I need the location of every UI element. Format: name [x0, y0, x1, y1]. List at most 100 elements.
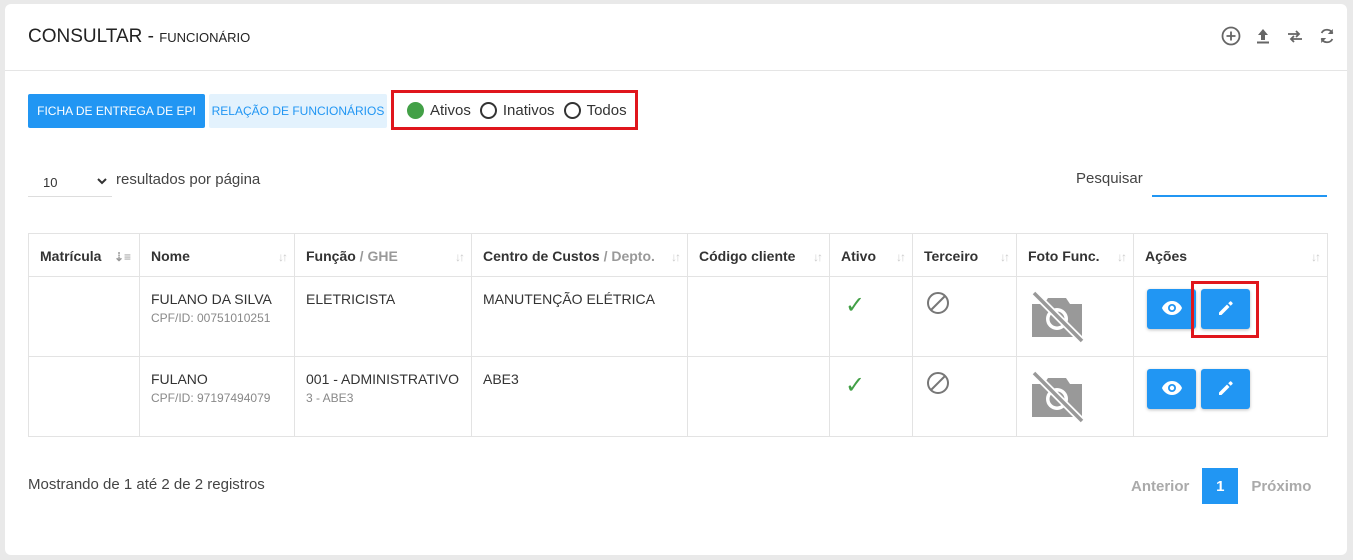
radio-todos-indicator[interactable]: [563, 101, 581, 119]
col-header-foto[interactable]: Foto Func. ↓↑: [1016, 233, 1134, 277]
col-header-ativo[interactable]: Ativo ↓↑: [829, 233, 913, 277]
pencil-icon: [1217, 379, 1235, 400]
cell-centro-custos: ABE3: [471, 356, 688, 437]
block-icon: [926, 291, 950, 318]
table-header-row: Matrícula ⇣≡ Nome ↓↑ Função / GHE ↓↑ Centro…: [28, 233, 1328, 277]
cell-foto: [1016, 276, 1134, 357]
table-row: FULANO DA SILVA CPF/ID: 00751010251 ELETR…: [28, 276, 1328, 357]
employee-cpf: CPF/ID: 97197494079: [151, 391, 271, 405]
add-circle-icon[interactable]: [1219, 24, 1243, 48]
col-header-label: Função: [306, 248, 356, 264]
block-icon: [926, 371, 950, 398]
cell-ativo: ✓: [829, 276, 913, 357]
upload-icon[interactable]: [1251, 24, 1275, 48]
search-input[interactable]: [1152, 168, 1327, 197]
col-header-label: Centro de Custos: [483, 248, 600, 264]
page-title-sub: FUNCIONÁRIO: [159, 30, 251, 45]
check-icon: ✓: [845, 372, 866, 399]
per-page-label: resultados por página: [116, 171, 261, 188]
pagination-next[interactable]: Próximo: [1251, 478, 1311, 495]
employee-funcao: ELETRICISTA: [306, 291, 396, 307]
edit-button[interactable]: [1201, 369, 1250, 409]
cell-acoes: [1133, 276, 1328, 357]
cell-acoes: [1133, 356, 1328, 437]
edit-button-highlight: [1191, 281, 1259, 338]
sort-icon: ↓↑: [671, 250, 681, 264]
search-label: Pesquisar: [1076, 170, 1143, 187]
radio-ativos-label: Ativos: [430, 101, 471, 119]
employee-name: FULANO: [151, 371, 208, 387]
col-header-sublabel: / GHE: [355, 248, 398, 264]
sort-icon: ↓↑: [1000, 250, 1010, 264]
col-header-nome[interactable]: Nome ↓↑: [139, 233, 295, 277]
col-header-centro-custos[interactable]: Centro de Custos / Depto. ↓↑: [471, 233, 688, 277]
col-header-label: Matrícula: [40, 248, 102, 264]
page-size-select[interactable]: 10: [28, 168, 112, 197]
ficha-epi-button[interactable]: FICHA DE ENTREGA DE EPI: [28, 94, 205, 128]
cell-matricula: [28, 356, 140, 437]
eye-icon: [1161, 380, 1183, 399]
sort-active-icon: ⇣≡: [113, 250, 131, 264]
swap-icon[interactable]: [1283, 24, 1307, 48]
col-header-sublabel: / Depto.: [599, 248, 655, 264]
pagination-info: Mostrando de 1 até 2 de 2 registros: [28, 476, 265, 493]
radio-todos[interactable]: Todos: [563, 101, 627, 119]
no-photo-icon: [1028, 290, 1086, 348]
sort-icon: ↓↑: [278, 250, 288, 264]
col-header-label: Nome: [151, 248, 190, 264]
col-header-label: Ativo: [841, 248, 876, 264]
cell-codigo-cliente: [687, 276, 830, 357]
relacao-funcionarios-button[interactable]: RELAÇÃO DE FUNCIONÁRIOS: [209, 94, 387, 128]
view-button[interactable]: [1147, 289, 1196, 329]
pagination: Anterior 1 Próximo: [1131, 468, 1311, 504]
col-header-label: Terceiro: [924, 248, 979, 264]
refresh-icon[interactable]: [1315, 24, 1339, 48]
pagination-prev[interactable]: Anterior: [1131, 478, 1189, 495]
status-filter-group: Ativos Inativos Todos: [391, 90, 638, 130]
no-photo-icon: [1028, 370, 1086, 428]
sort-icon: ↓↑: [455, 250, 465, 264]
check-icon: ✓: [845, 292, 866, 319]
pagination-page-current[interactable]: 1: [1202, 468, 1239, 504]
sort-icon: ↓↑: [1311, 250, 1321, 264]
employee-name: FULANO DA SILVA: [151, 291, 272, 307]
radio-inativos[interactable]: Inativos: [479, 101, 555, 119]
page-title-main: CONSULTAR: [28, 26, 143, 47]
employee-funcao: 001 - ADMINISTRATIVO: [306, 371, 459, 387]
radio-inativos-indicator[interactable]: [479, 101, 497, 119]
sort-icon: ↓↑: [813, 250, 823, 264]
cell-terceiro: [912, 356, 1017, 437]
cell-funcao: ELETRICISTA: [294, 276, 472, 357]
radio-todos-label: Todos: [586, 101, 627, 119]
page-size-value: 10: [43, 174, 58, 190]
chevron-down-icon: [96, 175, 108, 190]
eye-icon: [1161, 300, 1183, 319]
cell-foto: [1016, 356, 1134, 437]
cell-ativo: ✓: [829, 356, 913, 437]
header-actions: [1219, 24, 1339, 48]
cell-codigo-cliente: [687, 356, 830, 437]
radio-ativos[interactable]: Ativos: [407, 101, 471, 119]
cell-centro-custos: MANUTENÇÃO ELÉTRICA: [471, 276, 688, 357]
col-header-funcao[interactable]: Função / GHE ↓↑: [294, 233, 472, 277]
card-header: CONSULTAR - FUNCIONÁRIO: [5, 4, 1347, 71]
radio-ativos-indicator[interactable]: [407, 101, 424, 119]
page-title: CONSULTAR - FUNCIONÁRIO: [28, 26, 250, 48]
sort-icon: ↓↑: [1117, 250, 1127, 264]
radio-inativos-label: Inativos: [502, 101, 555, 119]
col-header-label: Foto Func.: [1028, 248, 1100, 264]
cell-nome: FULANO CPF/ID: 97197494079: [139, 356, 295, 437]
col-header-terceiro[interactable]: Terceiro ↓↑: [912, 233, 1017, 277]
cell-terceiro: [912, 276, 1017, 357]
table-row: FULANO CPF/ID: 97197494079 001 - ADMINIST…: [28, 356, 1328, 437]
col-header-label: Código cliente: [699, 248, 796, 264]
employee-cpf: CPF/ID: 00751010251: [151, 311, 271, 325]
main-card: CONSULTAR - FUNCIONÁRIO FICHA DE ENTREGA…: [5, 4, 1347, 555]
col-header-label: Ações: [1145, 248, 1188, 264]
col-header-codigo-cliente[interactable]: Código cliente ↓↑: [687, 233, 830, 277]
col-header-acoes[interactable]: Ações ↓↑: [1133, 233, 1328, 277]
view-button[interactable]: [1147, 369, 1196, 409]
sort-icon: ↓↑: [896, 250, 906, 264]
cell-funcao: 001 - ADMINISTRATIVO 3 - ABE3: [294, 356, 472, 437]
col-header-matricula[interactable]: Matrícula ⇣≡: [28, 233, 140, 277]
